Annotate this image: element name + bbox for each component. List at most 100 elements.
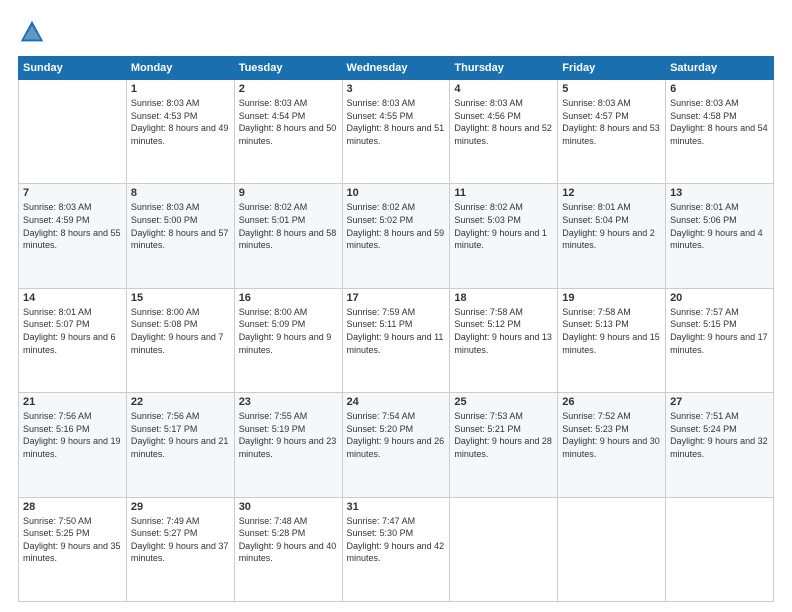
- day-number: 5: [562, 83, 661, 95]
- day-info: Sunrise: 7:47 AMSunset: 5:30 PMDaylight:…: [347, 515, 446, 565]
- calendar-table: SundayMondayTuesdayWednesdayThursdayFrid…: [18, 56, 774, 602]
- calendar-cell: [666, 497, 774, 601]
- header: [18, 18, 774, 46]
- weekday-header-wednesday: Wednesday: [342, 57, 450, 80]
- weekday-header-tuesday: Tuesday: [234, 57, 342, 80]
- day-info: Sunrise: 8:00 AMSunset: 5:09 PMDaylight:…: [239, 306, 338, 356]
- calendar-cell: 12 Sunrise: 8:01 AMSunset: 5:04 PMDayligh…: [558, 184, 666, 288]
- calendar-cell: 26 Sunrise: 7:52 AMSunset: 5:23 PMDayligh…: [558, 393, 666, 497]
- weekday-header-monday: Monday: [126, 57, 234, 80]
- day-number: 18: [454, 292, 553, 304]
- calendar-cell: 27 Sunrise: 7:51 AMSunset: 5:24 PMDayligh…: [666, 393, 774, 497]
- day-info: Sunrise: 8:03 AMSunset: 4:56 PMDaylight:…: [454, 97, 553, 147]
- calendar-cell: 11 Sunrise: 8:02 AMSunset: 5:03 PMDayligh…: [450, 184, 558, 288]
- day-info: Sunrise: 7:51 AMSunset: 5:24 PMDaylight:…: [670, 410, 769, 460]
- day-info: Sunrise: 8:03 AMSunset: 4:59 PMDaylight:…: [23, 201, 122, 251]
- weekday-header-sunday: Sunday: [19, 57, 127, 80]
- calendar-cell: 31 Sunrise: 7:47 AMSunset: 5:30 PMDayligh…: [342, 497, 450, 601]
- day-info: Sunrise: 8:02 AMSunset: 5:02 PMDaylight:…: [347, 201, 446, 251]
- calendar-cell: 30 Sunrise: 7:48 AMSunset: 5:28 PMDayligh…: [234, 497, 342, 601]
- day-info: Sunrise: 8:00 AMSunset: 5:08 PMDaylight:…: [131, 306, 230, 356]
- week-row-1: 1Sunrise: 8:03 AMSunset: 4:53 PMDaylight…: [19, 80, 774, 184]
- calendar-cell: 5Sunrise: 8:03 AMSunset: 4:57 PMDaylight…: [558, 80, 666, 184]
- calendar-cell: 19 Sunrise: 7:58 AMSunset: 5:13 PMDayligh…: [558, 288, 666, 392]
- calendar-cell: 24 Sunrise: 7:54 AMSunset: 5:20 PMDayligh…: [342, 393, 450, 497]
- week-row-4: 21Sunrise: 7:56 AMSunset: 5:16 PMDayligh…: [19, 393, 774, 497]
- day-number: 17: [347, 292, 446, 304]
- day-number: 23: [239, 396, 338, 408]
- calendar-cell: 1Sunrise: 8:03 AMSunset: 4:53 PMDaylight…: [126, 80, 234, 184]
- day-number: 12: [562, 187, 661, 199]
- calendar-cell: 8 Sunrise: 8:03 AMSunset: 5:00 PMDaylight…: [126, 184, 234, 288]
- day-info: Sunrise: 8:03 AMSunset: 5:00 PMDaylight:…: [131, 201, 230, 251]
- day-info: Sunrise: 7:50 AMSunset: 5:25 PMDaylight:…: [23, 515, 122, 565]
- calendar-cell: 10 Sunrise: 8:02 AMSunset: 5:02 PMDayligh…: [342, 184, 450, 288]
- day-number: 15: [131, 292, 230, 304]
- day-info: Sunrise: 8:01 AMSunset: 5:04 PMDaylight:…: [562, 201, 661, 251]
- day-number: 20: [670, 292, 769, 304]
- day-info: Sunrise: 8:03 AMSunset: 4:58 PMDaylight:…: [670, 97, 769, 147]
- calendar-cell: 21Sunrise: 7:56 AMSunset: 5:16 PMDayligh…: [19, 393, 127, 497]
- day-number: 10: [347, 187, 446, 199]
- day-number: 1: [131, 83, 230, 95]
- week-row-2: 7 Sunrise: 8:03 AMSunset: 4:59 PMDaylight…: [19, 184, 774, 288]
- calendar-cell: 20Sunrise: 7:57 AMSunset: 5:15 PMDayligh…: [666, 288, 774, 392]
- calendar-cell: 6 Sunrise: 8:03 AMSunset: 4:58 PMDaylight…: [666, 80, 774, 184]
- calendar-cell: 25Sunrise: 7:53 AMSunset: 5:21 PMDayligh…: [450, 393, 558, 497]
- day-info: Sunrise: 7:52 AMSunset: 5:23 PMDaylight:…: [562, 410, 661, 460]
- day-number: 9: [239, 187, 338, 199]
- weekday-header-friday: Friday: [558, 57, 666, 80]
- calendar-cell: 29 Sunrise: 7:49 AMSunset: 5:27 PMDayligh…: [126, 497, 234, 601]
- day-info: Sunrise: 8:01 AMSunset: 5:06 PMDaylight:…: [670, 201, 769, 251]
- day-info: Sunrise: 7:48 AMSunset: 5:28 PMDaylight:…: [239, 515, 338, 565]
- day-number: 8: [131, 187, 230, 199]
- calendar-cell: 15 Sunrise: 8:00 AMSunset: 5:08 PMDayligh…: [126, 288, 234, 392]
- week-row-3: 14 Sunrise: 8:01 AMSunset: 5:07 PMDayligh…: [19, 288, 774, 392]
- day-number: 26: [562, 396, 661, 408]
- calendar-cell: 2 Sunrise: 8:03 AMSunset: 4:54 PMDaylight…: [234, 80, 342, 184]
- day-number: 13: [670, 187, 769, 199]
- day-info: Sunrise: 7:59 AMSunset: 5:11 PMDaylight:…: [347, 306, 446, 356]
- logo-icon: [18, 18, 46, 46]
- day-info: Sunrise: 8:02 AMSunset: 5:03 PMDaylight:…: [454, 201, 553, 251]
- day-info: Sunrise: 7:58 AMSunset: 5:13 PMDaylight:…: [562, 306, 661, 356]
- day-number: 7: [23, 187, 122, 199]
- day-info: Sunrise: 7:56 AMSunset: 5:17 PMDaylight:…: [131, 410, 230, 460]
- day-number: 6: [670, 83, 769, 95]
- calendar-cell: 22Sunrise: 7:56 AMSunset: 5:17 PMDayligh…: [126, 393, 234, 497]
- day-number: 19: [562, 292, 661, 304]
- day-info: Sunrise: 8:01 AMSunset: 5:07 PMDaylight:…: [23, 306, 122, 356]
- page: SundayMondayTuesdayWednesdayThursdayFrid…: [0, 0, 792, 612]
- calendar-cell: 16 Sunrise: 8:00 AMSunset: 5:09 PMDayligh…: [234, 288, 342, 392]
- day-number: 3: [347, 83, 446, 95]
- calendar-cell: 9 Sunrise: 8:02 AMSunset: 5:01 PMDaylight…: [234, 184, 342, 288]
- day-number: 24: [347, 396, 446, 408]
- day-info: Sunrise: 7:55 AMSunset: 5:19 PMDaylight:…: [239, 410, 338, 460]
- day-number: 2: [239, 83, 338, 95]
- calendar-cell: 23 Sunrise: 7:55 AMSunset: 5:19 PMDayligh…: [234, 393, 342, 497]
- logo: [18, 18, 48, 46]
- day-number: 30: [239, 501, 338, 513]
- calendar-cell: [450, 497, 558, 601]
- day-number: 29: [131, 501, 230, 513]
- day-info: Sunrise: 8:02 AMSunset: 5:01 PMDaylight:…: [239, 201, 338, 251]
- day-number: 25: [454, 396, 553, 408]
- calendar-cell: [19, 80, 127, 184]
- day-number: 21: [23, 396, 122, 408]
- calendar-cell: [558, 497, 666, 601]
- weekday-header-thursday: Thursday: [450, 57, 558, 80]
- day-number: 27: [670, 396, 769, 408]
- day-number: 31: [347, 501, 446, 513]
- day-info: Sunrise: 7:54 AMSunset: 5:20 PMDaylight:…: [347, 410, 446, 460]
- calendar-cell: 28Sunrise: 7:50 AMSunset: 5:25 PMDayligh…: [19, 497, 127, 601]
- day-info: Sunrise: 8:03 AMSunset: 4:54 PMDaylight:…: [239, 97, 338, 147]
- calendar-cell: 4 Sunrise: 8:03 AMSunset: 4:56 PMDaylight…: [450, 80, 558, 184]
- day-info: Sunrise: 7:58 AMSunset: 5:12 PMDaylight:…: [454, 306, 553, 356]
- weekday-header-saturday: Saturday: [666, 57, 774, 80]
- calendar-cell: 14 Sunrise: 8:01 AMSunset: 5:07 PMDayligh…: [19, 288, 127, 392]
- day-number: 16: [239, 292, 338, 304]
- day-number: 14: [23, 292, 122, 304]
- day-number: 4: [454, 83, 553, 95]
- day-info: Sunrise: 7:49 AMSunset: 5:27 PMDaylight:…: [131, 515, 230, 565]
- day-number: 11: [454, 187, 553, 199]
